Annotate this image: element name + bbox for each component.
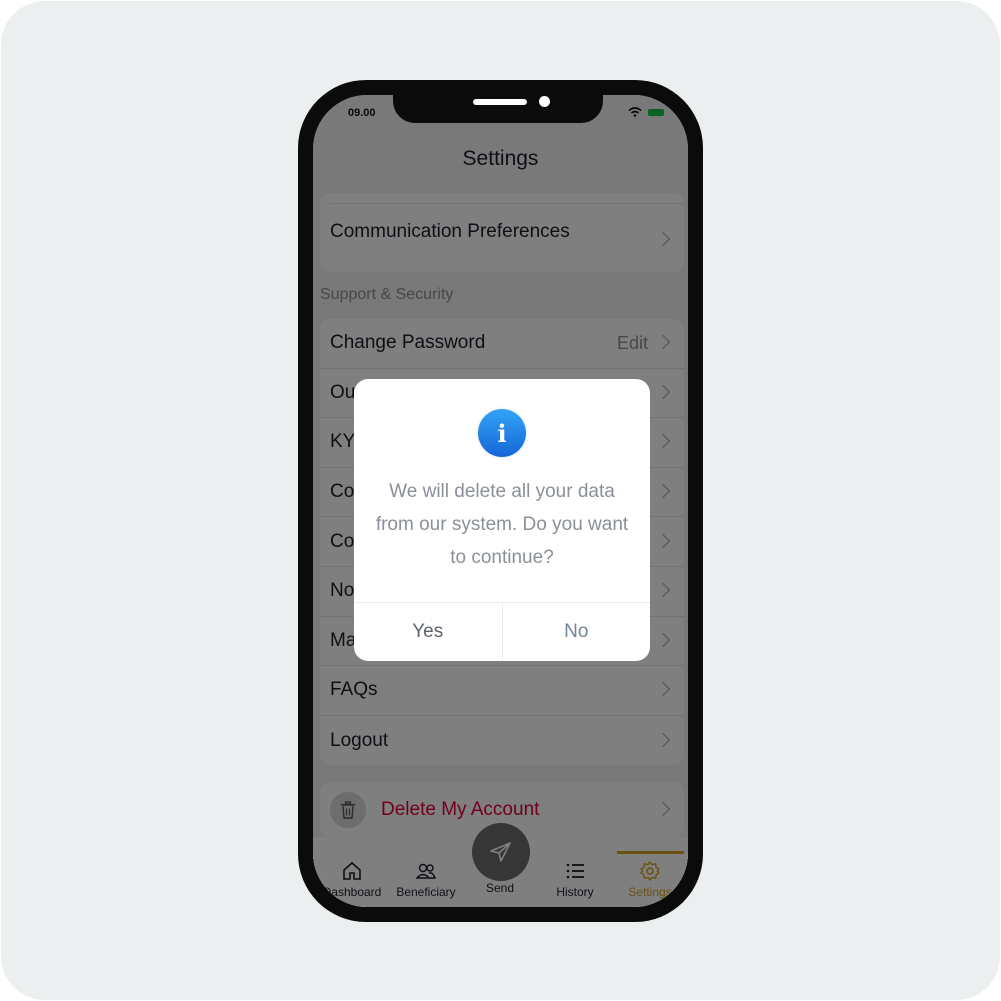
info-icon: i — [476, 407, 528, 459]
camera — [539, 96, 550, 107]
phone-frame: 09.00 Settings Communication Preferences… — [298, 80, 703, 922]
no-button[interactable]: No — [501, 603, 651, 661]
speaker — [473, 99, 527, 105]
yes-button[interactable]: Yes — [354, 603, 502, 661]
dialog-actions: Yes No — [354, 602, 650, 661]
notch — [393, 95, 603, 123]
phone-screen: 09.00 Settings Communication Preferences… — [313, 95, 688, 907]
dialog-message: We will delete all your data from our sy… — [375, 481, 629, 568]
confirm-delete-dialog: i We will delete all your data from our … — [354, 379, 650, 661]
